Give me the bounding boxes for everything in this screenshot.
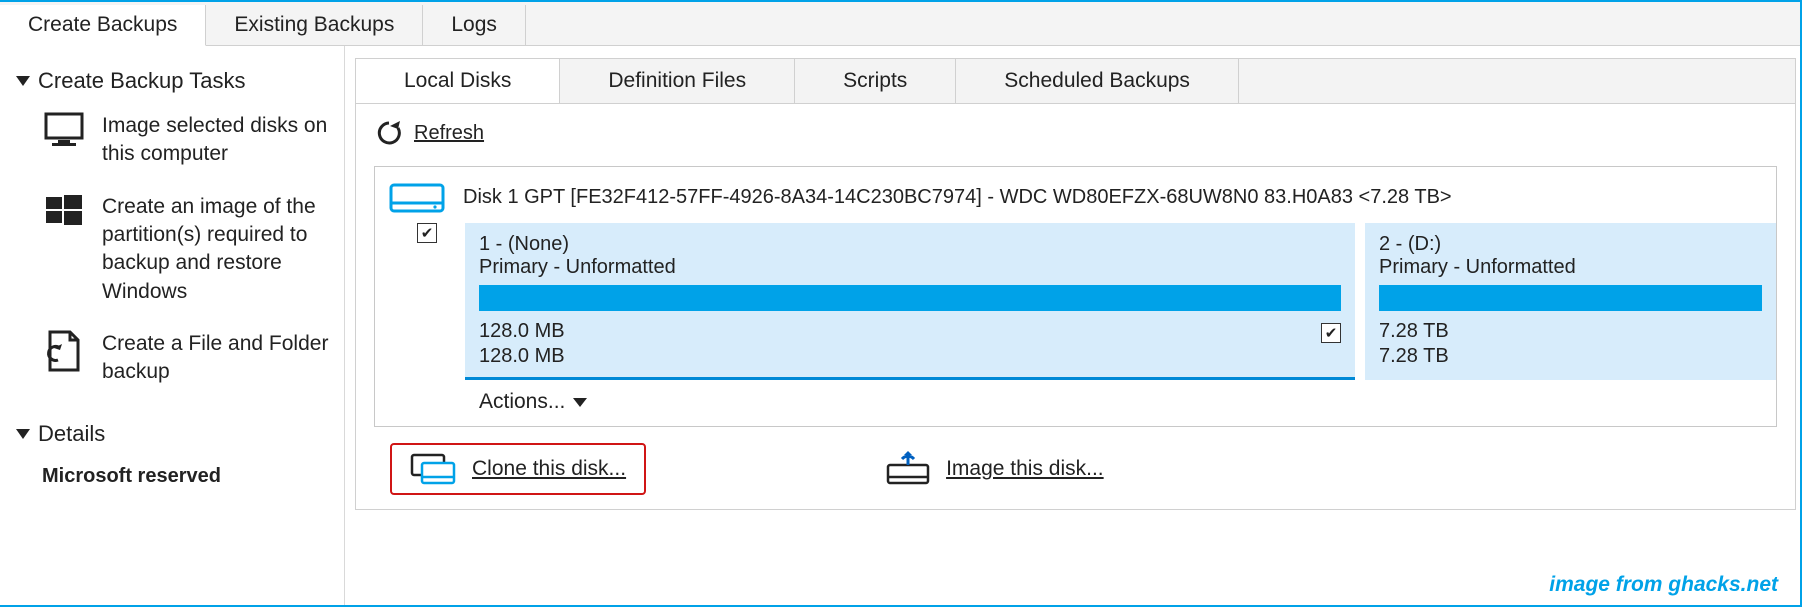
partition-size-used: 7.28 TB [1379, 319, 1762, 344]
content-area: Local Disks Definition Files Scripts Sch… [345, 46, 1800, 605]
partition-size-used: 128.0 MB [479, 319, 1341, 344]
usage-bar [1379, 285, 1762, 311]
monitor-icon [42, 112, 86, 169]
tab-create-backups[interactable]: Create Backups [0, 5, 206, 46]
tab-logs[interactable]: Logs [423, 5, 526, 45]
partition-checkbox[interactable]: ✔ [1321, 323, 1341, 343]
sidebar-item-image-disks[interactable]: Image selected disks on this computer [16, 112, 336, 193]
image-disk-label: Image this disk... [946, 457, 1104, 481]
actions-label: Actions... [479, 390, 565, 414]
partition-index: 2 - (D:) [1379, 233, 1762, 256]
clone-disk-label: Clone this disk... [472, 457, 626, 481]
sidebar-group-label: Create Backup Tasks [38, 68, 245, 94]
sidebar-item-label: Create an image of the partition(s) requ… [102, 193, 332, 306]
tab-existing-backups[interactable]: Existing Backups [206, 5, 423, 45]
collapse-icon [16, 76, 30, 86]
disk-checkbox[interactable]: ✔ [417, 223, 437, 243]
sidebar-item-image-windows-partitions[interactable]: Create an image of the partition(s) requ… [16, 193, 336, 330]
sub-tab-bar: Local Disks Definition Files Scripts Sch… [355, 58, 1796, 103]
partition-2[interactable]: 2 - (D:) Primary - Unformatted 7.28 TB 7… [1365, 223, 1776, 380]
clone-disk-button[interactable]: Clone this disk... [390, 443, 646, 495]
collapse-icon [16, 429, 30, 439]
tab-scheduled-backups[interactable]: Scheduled Backups [956, 59, 1239, 103]
partition-index: 1 - (None) [479, 233, 1341, 256]
partition-size-total: 128.0 MB [479, 344, 1341, 369]
tab-definition-files[interactable]: Definition Files [560, 59, 795, 103]
disk-icon [389, 177, 445, 217]
sidebar-group-label: Details [38, 421, 105, 447]
partition-1[interactable]: 1 - (None) Primary - Unformatted 128.0 M… [465, 223, 1355, 380]
chevron-down-icon [573, 398, 587, 407]
refresh-icon [374, 118, 404, 148]
local-disks-panel: Refresh Disk 1 GPT [FE32F412-57FF-4926-8… [355, 103, 1796, 510]
disk-entry: Disk 1 GPT [FE32F412-57FF-4926-8A34-14C2… [374, 166, 1777, 427]
sidebar-item-file-folder-backup[interactable]: Create a File and Folder backup [16, 330, 336, 411]
sidebar-item-label: Image selected disks on this computer [102, 112, 332, 169]
partition-type: Primary - Unformatted [1379, 256, 1762, 279]
partition-size-total: 7.28 TB [1379, 344, 1762, 369]
sidebar-group-create-tasks[interactable]: Create Backup Tasks [16, 68, 336, 94]
tab-local-disks[interactable]: Local Disks [356, 59, 560, 103]
details-title: Microsoft reserved [16, 465, 336, 488]
refresh-button[interactable]: Refresh [374, 118, 1777, 148]
sidebar-group-details[interactable]: Details [16, 421, 336, 447]
actions-dropdown[interactable]: Actions... [375, 380, 1776, 426]
sidebar-item-label: Create a File and Folder backup [102, 330, 332, 387]
usage-bar [479, 285, 1341, 311]
image-credit: image from ghacks.net [1549, 573, 1778, 597]
disk-title: Disk 1 GPT [FE32F412-57FF-4926-8A34-14C2… [463, 186, 1452, 209]
image-disk-button[interactable]: Image this disk... [866, 443, 1122, 495]
windows-icon [42, 193, 86, 306]
clone-disk-icon [410, 451, 458, 487]
refresh-label: Refresh [414, 122, 484, 145]
top-tab-bar: Create Backups Existing Backups Logs [0, 2, 1800, 46]
file-refresh-icon [42, 330, 86, 387]
partition-type: Primary - Unformatted [479, 256, 1341, 279]
image-disk-icon [884, 451, 932, 487]
sidebar: Create Backup Tasks Image selected disks… [0, 46, 345, 605]
tab-scripts[interactable]: Scripts [795, 59, 956, 103]
